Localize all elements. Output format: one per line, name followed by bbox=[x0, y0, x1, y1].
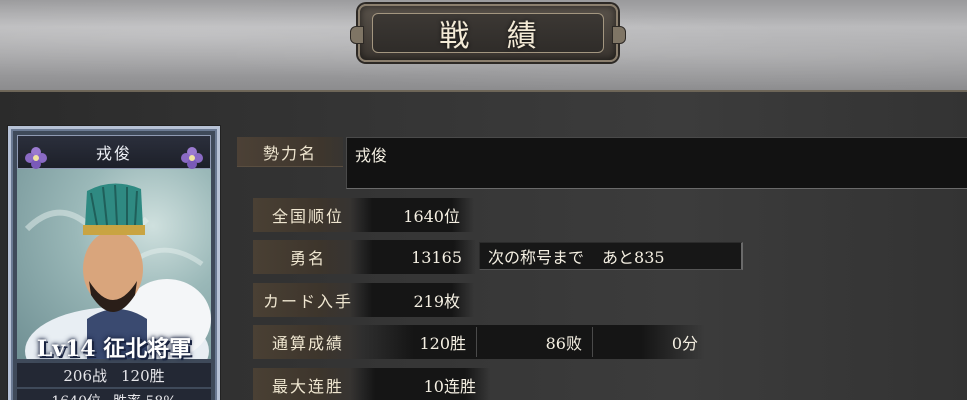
card-win-rate: 胜率 58% bbox=[113, 391, 177, 400]
character-card[interactable]: 戎俊 Lv14 征北将軍 206战 120胜 1640位 胜率 58% bbox=[8, 126, 220, 400]
flower-icon bbox=[25, 147, 47, 169]
next-title-label: 次の称号まで bbox=[488, 248, 585, 267]
next-title-box: 次の称号まで あと835 bbox=[479, 242, 743, 270]
screen-title: 戦 績 bbox=[439, 19, 551, 54]
record-divider bbox=[476, 327, 477, 357]
record-values: 120胜 86败 0分 bbox=[350, 325, 705, 359]
record-label: 通算成績 bbox=[253, 325, 363, 359]
title-plate-inner: 戦 績 bbox=[372, 13, 604, 54]
card-battles: 206战 bbox=[63, 366, 107, 385]
faction-label: 勢力名 bbox=[237, 137, 343, 167]
card-rank-stats: 1640位 胜率 58% bbox=[17, 389, 211, 400]
card-wins: 120胜 bbox=[121, 366, 165, 385]
national-rank-value: 1640位 bbox=[350, 198, 474, 232]
character-level-title: Lv14 征北将軍 bbox=[36, 336, 192, 362]
card-battle-stats: 206战 120胜 bbox=[17, 363, 211, 387]
character-name: 戎俊 bbox=[95, 144, 132, 163]
fame-label: 勇名 bbox=[253, 240, 363, 274]
card-name-bar: 戎俊 bbox=[17, 135, 211, 169]
record-wins: 120胜 bbox=[419, 334, 466, 353]
record-divider bbox=[592, 327, 593, 357]
cards-value: 219枚 bbox=[350, 283, 474, 317]
national-rank-label: 全国顺位 bbox=[253, 198, 363, 232]
plate-ornament bbox=[612, 26, 626, 44]
title-plate: 戦 績 bbox=[350, 4, 626, 62]
flower-icon bbox=[181, 147, 203, 169]
fame-value: 13165 bbox=[350, 240, 476, 274]
cards-label: カード入手 bbox=[253, 283, 363, 317]
max-streak-label: 最大连胜 bbox=[253, 368, 363, 400]
plate-ornament bbox=[350, 26, 364, 44]
next-title-remaining: あと835 bbox=[602, 248, 665, 267]
record-draws: 0分 bbox=[671, 334, 698, 353]
card-rank: 1640位 bbox=[51, 391, 101, 400]
max-streak-value: 10连胜 bbox=[350, 368, 490, 400]
faction-value: 戎俊 bbox=[346, 137, 967, 189]
record-losses: 86败 bbox=[545, 334, 582, 353]
